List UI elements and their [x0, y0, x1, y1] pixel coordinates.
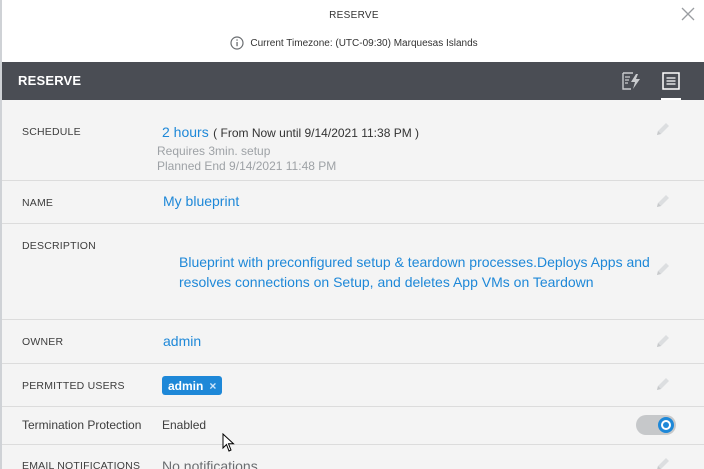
description-line-2: resolves connections on Setup, and delet…	[179, 274, 594, 290]
permitted-user-chip: admin ×	[162, 376, 223, 395]
description-label: DESCRIPTION	[22, 240, 96, 252]
details-list-icon[interactable]	[660, 70, 682, 100]
schedule-range: ( From Now until 9/14/2021 11:38 PM )	[213, 126, 420, 140]
dialog-title: RESERVE	[329, 10, 379, 21]
remove-user-icon[interactable]: ×	[209, 379, 216, 393]
schedule-duration[interactable]: 2 hours	[162, 124, 209, 140]
close-icon[interactable]	[680, 6, 696, 22]
termination-protection-label: Termination Protection	[22, 418, 142, 432]
edit-name-pencil-icon[interactable]	[654, 192, 672, 210]
lightning-list-icon[interactable]	[620, 70, 642, 92]
timezone-text: Current Timezone: (UTC-09:30) Marquesas …	[250, 37, 478, 49]
reserve-header-title: RESERVE	[18, 73, 82, 88]
owner-label: OWNER	[22, 336, 64, 348]
schedule-row: SCHEDULE 2 hours ( From Now until 9/14/2…	[2, 100, 704, 181]
email-notifications-value: No notifications	[162, 458, 258, 469]
termination-protection-value: Enabled	[162, 418, 207, 432]
edit-permitted-users-pencil-icon[interactable]	[654, 375, 672, 393]
reserve-header-bar: RESERVE	[2, 62, 704, 100]
termination-protection-row: Termination Protection Enabled	[2, 407, 704, 445]
email-notifications-row: EMAIL NOTIFICATIONS No notifications	[2, 445, 704, 469]
email-notifications-label: EMAIL NOTIFICATIONS	[22, 460, 141, 469]
termination-protection-toggle[interactable]	[636, 415, 676, 435]
timezone-info: Current Timezone: (UTC-09:30) Marquesas …	[2, 36, 704, 50]
name-label: NAME	[22, 197, 54, 209]
owner-row: OWNER admin	[2, 320, 704, 364]
mouse-pointer-icon	[222, 433, 235, 452]
owner-value[interactable]: admin	[163, 333, 201, 349]
edit-owner-pencil-icon[interactable]	[654, 332, 672, 350]
edit-description-pencil-icon[interactable]	[654, 260, 672, 278]
permitted-users-row: PERMITTED USERS admin ×	[2, 364, 704, 407]
reservation-form: SCHEDULE 2 hours ( From Now until 9/14/2…	[2, 100, 704, 469]
permitted-user-chip-label: admin	[168, 378, 204, 393]
edit-schedule-pencil-icon[interactable]	[654, 120, 672, 138]
name-value[interactable]: My blueprint	[163, 193, 239, 209]
reserve-dialog: RESERVE Current Timezone: (UTC-09:30) Ma…	[0, 0, 704, 469]
description-line-1: Blueprint with preconfigured setup & tea…	[179, 254, 650, 270]
description-value[interactable]: Blueprint with preconfigured setup & tea…	[179, 252, 650, 292]
schedule-planned-end: Planned End 9/14/2021 11:48 PM	[157, 159, 337, 173]
schedule-setup-note: Requires 3min. setup	[157, 144, 271, 158]
schedule-label: SCHEDULE	[22, 126, 81, 138]
edit-email-notifications-pencil-icon[interactable]	[654, 455, 672, 469]
info-icon	[230, 36, 244, 50]
name-row: NAME My blueprint	[2, 181, 704, 224]
permitted-users-label: PERMITTED USERS	[22, 380, 125, 392]
toggle-knob	[658, 417, 674, 433]
description-row: DESCRIPTION Blueprint with preconfigured…	[2, 224, 704, 320]
